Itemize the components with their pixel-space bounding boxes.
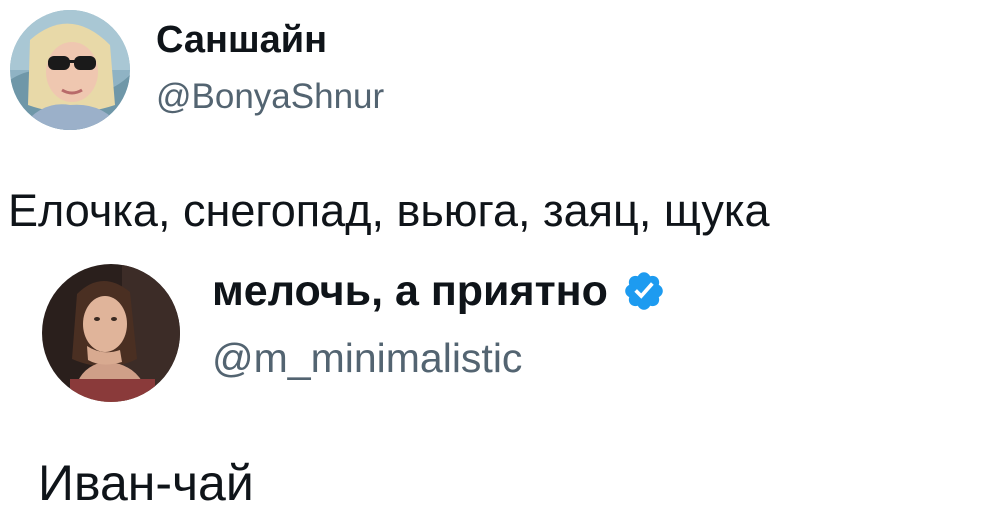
author-avatar[interactable]: [10, 10, 130, 130]
quoted-author-avatar[interactable]: [42, 264, 180, 402]
verified-badge-icon: [625, 272, 663, 310]
author-handle[interactable]: @BonyaShnur: [156, 76, 384, 118]
quoted-tweet-text: Иван-чай: [38, 455, 254, 511]
quoted-author-display-name[interactable]: мелочь, а приятно: [212, 265, 608, 317]
tweet-text: Елочка, снегопад, вьюга, заяц, щука: [8, 185, 770, 236]
quoted-author-name-row: мелочь, а приятно: [212, 265, 666, 317]
author-display-name[interactable]: Саншайн: [156, 18, 327, 62]
quoted-author-handle[interactable]: @m_minimalistic: [212, 333, 522, 383]
user-avatar-photo-icon: [42, 264, 180, 402]
tweet-screenshot: Саншайн @BonyaShnur Елочка, снегопад, вь…: [0, 0, 1000, 525]
user-avatar-photo-icon: [10, 10, 130, 130]
